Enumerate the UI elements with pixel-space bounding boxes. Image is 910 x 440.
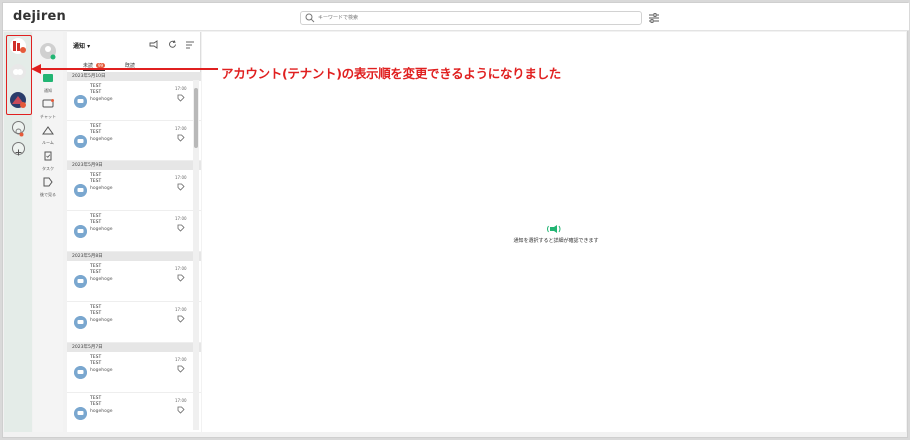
top-bar: dejiren — [3, 3, 909, 31]
tag-icon[interactable] — [177, 406, 185, 414]
item-title: TEST — [90, 396, 102, 401]
list-item[interactable]: TEST TEST hogehoge 17:00 — [67, 121, 201, 161]
chat-bubble-avatar-icon — [74, 275, 87, 288]
item-body: hogehoge — [90, 227, 113, 232]
scrollbar-thumb[interactable] — [194, 88, 198, 148]
item-body: hogehoge — [90, 318, 113, 323]
list-scrollbar[interactable] — [193, 80, 199, 430]
tag-icon[interactable] — [177, 94, 185, 102]
item-subtitle: TEST — [90, 90, 102, 95]
item-title: TEST — [90, 305, 102, 310]
filter-settings-icon[interactable] — [648, 12, 660, 24]
bookmark-icon — [43, 177, 53, 187]
chat-bubble-avatar-icon — [74, 366, 87, 379]
date-header: 2023年5月8日 — [67, 252, 201, 261]
nav-item-chat[interactable]: チャット — [33, 94, 63, 120]
tag-icon[interactable] — [177, 274, 185, 282]
user-avatar-icon — [40, 43, 56, 60]
list-item[interactable]: TEST TEST hogehoge 17:00 — [67, 81, 201, 121]
item-body: hogehoge — [90, 368, 113, 373]
main-nav: 通知 チャット ルーム タスク 後で見る — [33, 32, 63, 432]
list-item[interactable]: TEST TEST hogehoge 17:00 — [67, 302, 201, 343]
chat-bubble-avatar-icon — [74, 184, 87, 197]
tag-icon[interactable] — [177, 365, 185, 373]
room-icon — [42, 126, 54, 135]
refresh-icon[interactable] — [168, 40, 177, 49]
add-account-button[interactable] — [12, 142, 25, 156]
tag-icon[interactable] — [177, 183, 185, 191]
nav-item-read-later[interactable]: 後で見る — [33, 172, 63, 198]
item-body: hogehoge — [90, 277, 113, 282]
nav-item-task[interactable]: タスク — [33, 146, 63, 172]
item-time: 17:00 — [175, 175, 187, 180]
tag-icon[interactable] — [177, 224, 185, 232]
item-time: 17:00 — [175, 126, 187, 131]
item-subtitle: TEST — [90, 179, 102, 184]
list-item[interactable]: TEST TEST hogehoge 17:00 — [67, 211, 201, 252]
switch-account-icon — [15, 128, 24, 137]
empty-state-text: 通知を選択すると詳細が確認できます — [513, 238, 599, 244]
chat-icon — [42, 99, 54, 108]
item-time: 17:00 — [175, 398, 187, 403]
item-subtitle: TEST — [90, 361, 102, 366]
item-time: 17:00 — [175, 357, 187, 362]
item-time: 17:00 — [175, 216, 187, 221]
item-title: TEST — [90, 355, 102, 360]
item-title: TEST — [90, 214, 102, 219]
chat-bubble-avatar-icon — [74, 135, 87, 148]
list-item[interactable]: TEST TEST hogehoge 17:00 — [67, 170, 201, 211]
nav-item-room[interactable]: ルーム — [33, 120, 63, 146]
item-title: TEST — [90, 264, 102, 269]
tag-icon[interactable] — [177, 134, 185, 142]
chat-bubble-avatar-icon — [74, 407, 87, 420]
panel-title[interactable]: 通知 ▾ — [73, 41, 90, 50]
item-body: hogehoge — [90, 186, 113, 191]
chat-bubble-avatar-icon — [74, 225, 87, 238]
item-body: hogehoge — [90, 409, 113, 414]
task-icon — [44, 151, 52, 161]
item-subtitle: TEST — [90, 311, 102, 316]
list-item[interactable]: TEST TEST hogehoge 17:00 — [67, 393, 201, 432]
chat-bubble-avatar-icon — [74, 95, 87, 108]
annotation-arrow — [31, 64, 218, 74]
tag-icon[interactable] — [177, 315, 185, 323]
annotation-callout: アカウント(テナント)の表示順を変更できるようになりました — [221, 66, 561, 81]
date-header: 2023年5月7日 — [67, 343, 201, 352]
sort-icon[interactable] — [185, 40, 195, 49]
item-title: TEST — [90, 173, 102, 178]
item-title: TEST — [90, 84, 102, 89]
item-time: 17:00 — [175, 266, 187, 271]
item-time: 17:00 — [175, 307, 187, 312]
item-time: 17:00 — [175, 86, 187, 91]
notification-scroll[interactable]: 2023年5月10日 TEST TEST hogehoge 17:00 TEST… — [67, 72, 201, 432]
notification-list-panel: 通知 ▾ 未読 99 既読 2023年5月10日 TEST TEST hogeho… — [67, 32, 201, 432]
chevron-down-icon: ▾ — [87, 43, 91, 50]
search-input[interactable] — [318, 12, 638, 24]
item-subtitle: TEST — [90, 270, 102, 275]
account-switch-button[interactable] — [12, 121, 25, 137]
item-subtitle: TEST — [90, 130, 102, 135]
list-item[interactable]: TEST TEST hogehoge 17:00 — [67, 261, 201, 302]
app-logo[interactable]: dejiren — [13, 9, 66, 24]
date-header: 2023年5月9日 — [67, 161, 201, 170]
item-body: hogehoge — [90, 137, 113, 142]
item-body: hogehoge — [90, 97, 113, 102]
user-avatar[interactable] — [33, 42, 63, 64]
megaphone-icon[interactable] — [149, 40, 159, 49]
search-box[interactable] — [300, 11, 642, 25]
plus-icon — [15, 149, 22, 156]
nav-label: 後で見る — [40, 192, 56, 197]
item-subtitle: TEST — [90, 220, 102, 225]
search-icon — [305, 13, 315, 23]
megaphone-green-icon — [547, 225, 561, 233]
list-item[interactable]: TEST TEST hogehoge 17:00 — [67, 352, 201, 393]
item-title: TEST — [90, 124, 102, 129]
chat-bubble-avatar-icon — [74, 316, 87, 329]
annotation-highlight-box — [6, 35, 32, 115]
item-subtitle: TEST — [90, 402, 102, 407]
